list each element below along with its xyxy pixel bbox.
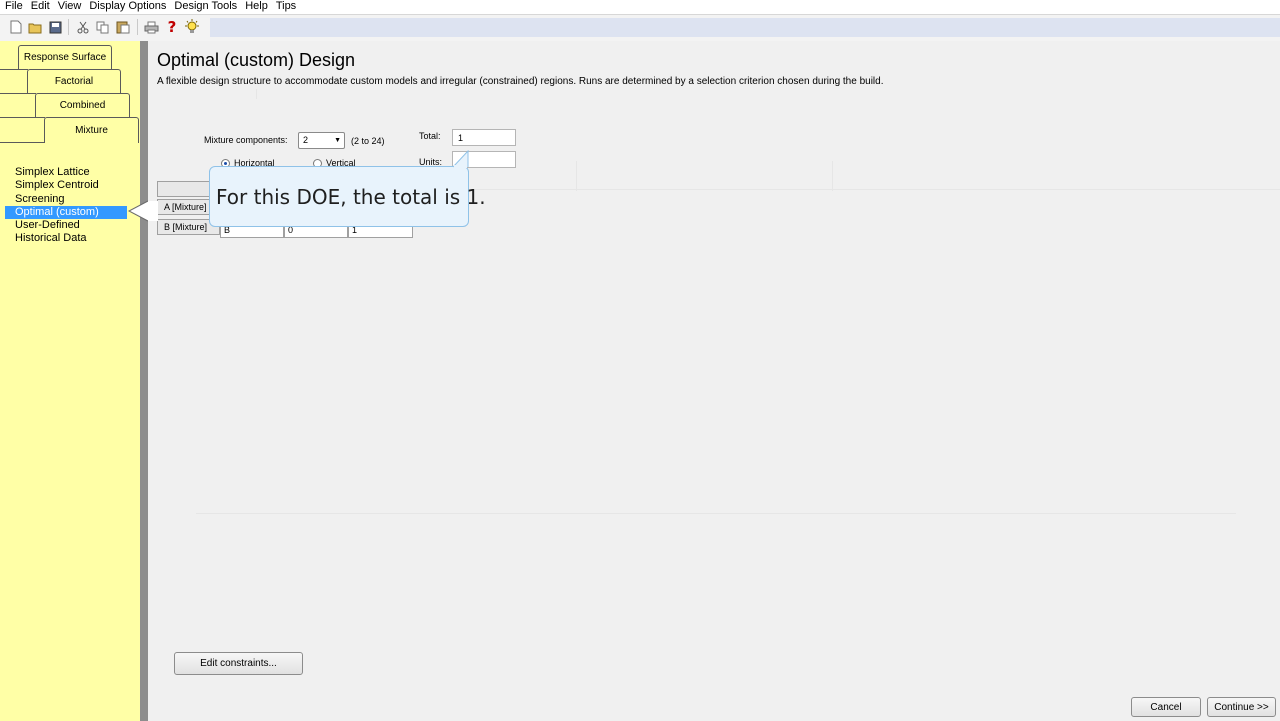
callout-text: For this DOE, the total is 1.	[216, 184, 486, 209]
divider	[576, 161, 577, 191]
menu-tips[interactable]: Tips	[272, 0, 300, 13]
list-item-optimal-custom[interactable]: Optimal (custom)	[5, 205, 127, 220]
callout-tooltip: For this DOE, the total is 1.	[209, 166, 486, 227]
menu-view[interactable]: View	[54, 0, 86, 13]
design-type-panel: Response Surface Factorial Combined Mixt…	[0, 41, 140, 721]
mixture-components-select[interactable]: 2 ▼	[298, 132, 345, 149]
divider	[256, 89, 257, 99]
tab-response-surface[interactable]: Response Surface	[18, 45, 112, 69]
chevron-down-icon: ▼	[334, 137, 341, 144]
total-input[interactable]	[452, 129, 516, 146]
tab-combined[interactable]: Combined	[35, 93, 130, 117]
mixture-components-value: 2	[303, 135, 309, 145]
toolbar-separator	[68, 19, 69, 35]
design-content-area: Optimal (custom) Design A flexible desig…	[148, 41, 1280, 721]
total-label: Total:	[419, 131, 441, 141]
paste-icon[interactable]	[115, 19, 131, 35]
edit-constraints-button[interactable]: Edit constraints...	[174, 652, 303, 675]
help-icon[interactable]: ?	[164, 18, 180, 36]
list-item-user-defined[interactable]: User-Defined	[5, 219, 127, 232]
tab-mixture[interactable]: Mixture	[44, 117, 139, 143]
menu-file[interactable]: File	[0, 0, 27, 13]
divider	[832, 161, 833, 191]
selection-pointer-arrow	[127, 200, 158, 222]
menu-bar: File Edit View Display Options Design Tools H…	[0, 0, 1280, 15]
divider	[196, 513, 1236, 514]
open-folder-icon[interactable]	[27, 19, 43, 35]
panel-splitter[interactable]	[140, 41, 148, 721]
grid-corner-header	[157, 181, 213, 197]
toolbar-separator	[137, 19, 138, 35]
menu-display-options[interactable]: Display Options	[85, 0, 170, 13]
cancel-button[interactable]: Cancel	[1131, 697, 1201, 717]
callout-pointer	[452, 150, 469, 168]
list-item-simplex-lattice[interactable]: Simplex Lattice	[5, 166, 127, 179]
page-title: Optimal (custom) Design	[157, 50, 356, 70]
menu-design-tools[interactable]: Design Tools	[170, 0, 241, 13]
list-item-simplex-centroid[interactable]: Simplex Centroid	[5, 179, 127, 192]
menu-help[interactable]: Help	[241, 0, 272, 13]
mixture-components-label: Mixture components:	[204, 135, 288, 145]
mixture-components-range: (2 to 24)	[351, 136, 385, 146]
page-description: A flexible design structure to accommoda…	[157, 76, 884, 87]
cut-icon[interactable]	[75, 19, 91, 35]
menu-edit[interactable]: Edit	[27, 0, 54, 13]
save-icon[interactable]	[47, 19, 63, 35]
design-list: Simplex Lattice Simplex Centroid Screeni…	[5, 166, 127, 246]
list-item-screening[interactable]: Screening	[5, 193, 127, 206]
tab-factorial[interactable]: Factorial	[27, 69, 121, 93]
new-file-icon[interactable]	[8, 19, 24, 35]
toolbar-strip	[210, 18, 1280, 37]
list-item-historical-data[interactable]: Historical Data	[5, 232, 127, 245]
print-icon[interactable]	[143, 19, 159, 35]
tip-lightbulb-icon[interactable]	[184, 19, 200, 35]
continue-button[interactable]: Continue >>	[1207, 697, 1276, 717]
copy-icon[interactable]	[95, 19, 111, 35]
toolbar: ?	[0, 15, 1280, 41]
